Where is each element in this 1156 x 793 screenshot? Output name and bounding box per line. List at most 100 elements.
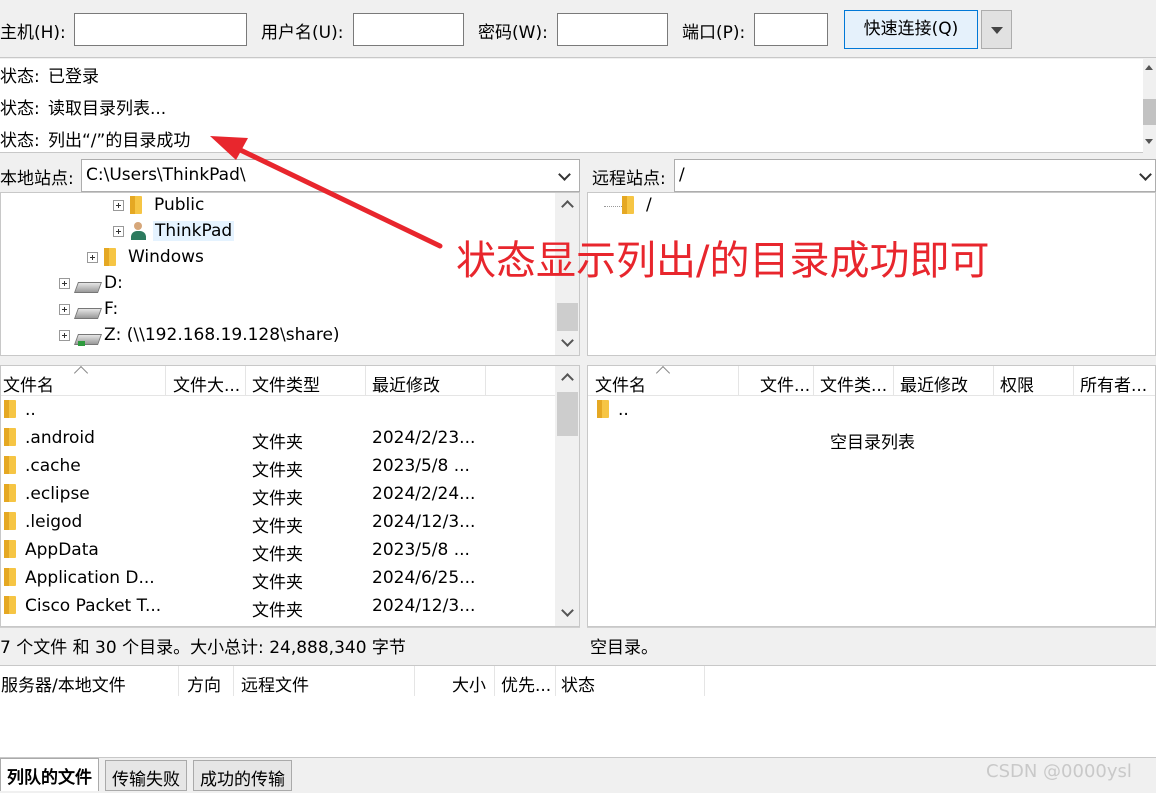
chevron-down-icon[interactable] (558, 168, 571, 181)
table-row[interactable]: .. (1, 396, 555, 424)
queue-column-status[interactable]: 状态 (561, 671, 595, 696)
expand-icon[interactable] (87, 251, 98, 263)
folder-icon (4, 540, 20, 558)
file-name: .. (25, 400, 36, 420)
scroll-up-icon[interactable] (561, 373, 574, 386)
table-row[interactable]: .eclipse 文件夹 2024/2/24... (1, 480, 555, 509)
expand-icon[interactable] (59, 329, 70, 341)
file-type: 文件夹 (252, 545, 303, 565)
column-divider (555, 666, 556, 696)
file-name: .cache (25, 456, 81, 476)
column-divider (813, 366, 814, 396)
host-input[interactable] (74, 13, 247, 46)
queue-tabs: 列队的文件 传输失败 成功的传输 (0, 758, 1156, 793)
expand-icon[interactable] (113, 225, 124, 237)
file-name: Application D... (25, 568, 155, 588)
tab-failed-transfers[interactable]: 传输失败 (105, 760, 187, 791)
folder-icon (4, 596, 20, 614)
local-file-list: 文件名 文件大... 文件类型 最近修改 .. .android 文件夹 202… (0, 365, 580, 627)
expand-icon[interactable] (113, 199, 124, 211)
drive-icon (76, 280, 98, 292)
username-input[interactable] (353, 13, 464, 46)
transfer-queue: 服务器/本地文件 方向 远程文件 大小 优先... 状态 (0, 665, 1156, 758)
tree-item-label: F: (104, 299, 119, 319)
table-row[interactable]: .android 文件夹 2024/2/23... (1, 424, 555, 453)
file-modified: 2024/2/23... (372, 428, 476, 448)
file-modified: 2024/2/24... (372, 484, 476, 504)
remote-path-combobox[interactable]: / (674, 159, 1156, 192)
column-header-modified[interactable]: 最近修改 (900, 371, 990, 396)
log-line: 状态: 已登录 (0, 62, 99, 87)
port-input[interactable] (754, 13, 828, 46)
expand-icon[interactable] (59, 303, 70, 315)
file-type: 文件夹 (252, 517, 303, 537)
column-header-filetype[interactable]: 文件类型 (252, 371, 362, 396)
file-name: .. (618, 400, 629, 420)
table-row[interactable]: .leigod 文件夹 2024/12/3... (1, 508, 555, 537)
folder-icon (597, 400, 613, 418)
file-name: .leigod (25, 512, 83, 532)
queue-column-size[interactable]: 大小 (452, 671, 486, 696)
log-text: 读取目录列表... (48, 99, 167, 119)
queue-column-priority[interactable]: 优先... (501, 671, 551, 696)
file-type: 文件夹 (252, 433, 303, 453)
table-row[interactable]: AppData 文件夹 2023/5/8 ... (1, 536, 555, 565)
expand-icon[interactable] (59, 277, 70, 289)
scroll-up-icon[interactable] (561, 200, 574, 213)
column-header-owner[interactable]: 所有者... (1080, 371, 1154, 396)
column-header-modified[interactable]: 最近修改 (372, 371, 482, 396)
file-name: .eclipse (25, 484, 90, 504)
tree-item-public[interactable]: Public (113, 195, 204, 215)
quickconnect-bar: 主机(H): 用户名(U): 密码(W): 端口(P): 快速连接(Q) (0, 0, 1156, 58)
remote-path-text: / (679, 165, 685, 185)
column-header-filesize[interactable]: 文件大... (173, 371, 243, 396)
file-type: 文件夹 (252, 573, 303, 593)
scroll-down-icon[interactable] (561, 604, 574, 617)
tree-item-drive-z[interactable]: Z: (\\192.168.19.128\share) (59, 325, 340, 346)
quickconnect-dropdown-button[interactable] (981, 10, 1012, 49)
tree-item-thinkpad[interactable]: ThinkPad (113, 221, 235, 241)
local-list-scrollbar[interactable] (555, 366, 579, 626)
watermark: CSDN @0000ysl (986, 761, 1132, 782)
tab-queued-files[interactable]: 列队的文件 (0, 758, 99, 791)
log-key: 状态: (0, 67, 40, 87)
log-key: 状态: (0, 99, 40, 119)
queue-column-direction[interactable]: 方向 (187, 671, 221, 696)
column-divider (993, 366, 994, 396)
table-row[interactable]: Application D... 文件夹 2024/6/25... (1, 564, 555, 593)
local-site-label: 本地站点: (0, 169, 74, 189)
network-drive-icon (76, 332, 98, 346)
remote-file-list: 文件名 文件... 文件类... 最近修改 权限 所有者... .. 空目录列表 (587, 365, 1156, 627)
tree-item-root[interactable]: / (622, 195, 652, 215)
file-name: .android (25, 428, 95, 448)
scroll-thumb[interactable] (557, 392, 578, 436)
scroll-thumb[interactable] (557, 303, 578, 331)
log-scroll-thumb[interactable] (1143, 99, 1156, 125)
tree-item-drive-d[interactable]: D: (59, 273, 123, 293)
queue-column-remote-file[interactable]: 远程文件 (241, 671, 309, 696)
queue-column-local-file[interactable]: 服务器/本地文件 (1, 671, 126, 696)
quickconnect-button[interactable]: 快速连接(Q) (844, 10, 978, 49)
column-divider (233, 666, 234, 696)
local-path-combobox[interactable]: C:\Users\ThinkPad\ (81, 159, 580, 192)
scroll-down-icon[interactable] (561, 334, 574, 347)
scroll-down-icon[interactable] (1145, 139, 1153, 144)
folder-icon (4, 400, 20, 418)
column-header-permissions[interactable]: 权限 (1000, 371, 1060, 396)
table-row[interactable]: .cache 文件夹 2023/5/8 ... (1, 452, 555, 481)
remote-list-header: 文件名 文件... 文件类... 最近修改 权限 所有者... (588, 366, 1155, 396)
scroll-up-icon[interactable] (1145, 65, 1153, 70)
tab-successful-transfers[interactable]: 成功的传输 (193, 760, 292, 791)
column-header-filetype[interactable]: 文件类... (820, 371, 890, 396)
empty-directory-message: 空目录列表 (830, 433, 915, 453)
tree-item-windows[interactable]: Windows (87, 247, 204, 267)
chevron-down-icon[interactable] (1139, 168, 1152, 181)
tree-item-drive-f[interactable]: F: (59, 299, 118, 319)
remote-site-bar: 远程站点: / (587, 159, 1156, 192)
log-scrollbar[interactable] (1143, 59, 1156, 153)
table-row[interactable]: Cisco Packet T... 文件夹 2024/12/3... (1, 592, 555, 621)
column-divider (1073, 366, 1074, 396)
table-row[interactable]: .. (588, 396, 1155, 424)
password-input[interactable] (557, 13, 668, 46)
column-header-filesize[interactable]: 文件... (760, 371, 812, 396)
